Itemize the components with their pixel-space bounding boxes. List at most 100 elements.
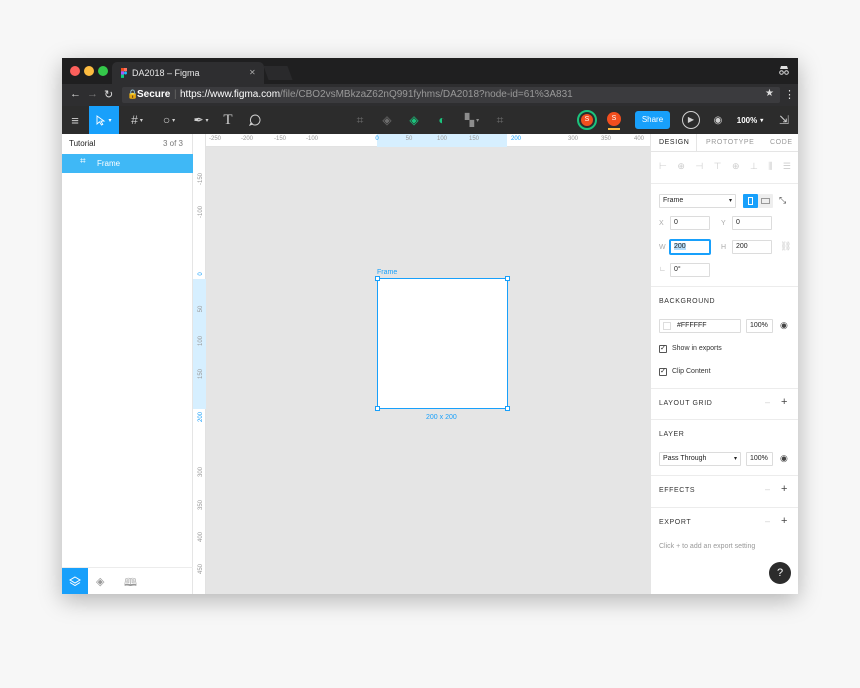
- resize-handle[interactable]: [375, 406, 380, 411]
- tab-title: DA2018 – Figma: [132, 68, 200, 78]
- pen-tool-button[interactable]: ✒ ▾: [188, 106, 214, 134]
- tab-code[interactable]: CODE: [770, 139, 793, 146]
- present-play-icon[interactable]: ▶: [682, 111, 700, 129]
- zoom-dropdown[interactable]: 100% ▾: [734, 106, 766, 134]
- avatar-indicator: [608, 128, 620, 130]
- ruler-tick: 400: [198, 532, 204, 543]
- forward-icon[interactable]: →: [87, 88, 98, 100]
- add-export-icon[interactable]: +: [781, 515, 787, 527]
- browser-window: DA2018 – Figma ✕ ← → ↻ 🔒 Secure | https:…: [62, 58, 798, 594]
- mask-icon[interactable]: ◐: [432, 106, 452, 134]
- page-count[interactable]: 3 of 3: [163, 139, 183, 148]
- x-input[interactable]: 0: [670, 216, 710, 230]
- landscape-button[interactable]: [758, 194, 773, 208]
- blend-mode-select[interactable]: Pass Through ▾: [659, 452, 741, 466]
- resize-to-fit-icon[interactable]: ⤡: [779, 195, 786, 206]
- frame-preset-select[interactable]: Frame ▾: [659, 194, 736, 208]
- align-right-icon[interactable]: ⊣: [695, 161, 703, 173]
- comment-tool-icon[interactable]: [244, 106, 266, 134]
- tab-close-icon[interactable]: ✕: [249, 68, 256, 77]
- rotation-input[interactable]: 0°: [670, 263, 710, 277]
- layers-tab[interactable]: [62, 568, 88, 594]
- minimize-window-button[interactable]: [84, 66, 94, 76]
- layer-opacity-input[interactable]: 100%: [746, 452, 773, 466]
- bg-color-input[interactable]: #FFFFFF: [659, 319, 741, 333]
- view-eye-icon[interactable]: ◉: [710, 106, 726, 134]
- browser-tab[interactable]: DA2018 – Figma ✕: [112, 62, 264, 84]
- inspector-panel: DESIGN PROTOTYPE CODE ⊢ ⊕ ⊣ ⊤ ⊕ ⊥ ⫼ ☰ Fr…: [650, 134, 798, 594]
- align-center-v-icon[interactable]: ⊕: [732, 161, 740, 173]
- background-section-title: BACKGROUND: [659, 298, 716, 305]
- frame[interactable]: [375, 276, 510, 411]
- help-button[interactable]: ?: [769, 562, 791, 584]
- align-bottom-icon[interactable]: ⊥: [750, 161, 758, 173]
- page-name[interactable]: Tutorial: [69, 139, 95, 148]
- maximize-window-button[interactable]: [98, 66, 108, 76]
- collapse-ui-icon[interactable]: ⇲: [774, 106, 794, 134]
- clip-content-checkbox[interactable]: ✓: [659, 368, 667, 376]
- w-input[interactable]: 200: [670, 240, 710, 254]
- move-tool-button[interactable]: ▾: [89, 106, 119, 134]
- ruler-tick: 450: [198, 564, 204, 575]
- tab-prototype[interactable]: PROTOTYPE: [706, 139, 754, 146]
- component-outline-icon[interactable]: ◈: [377, 106, 397, 134]
- align-center-h-icon[interactable]: ⊕: [677, 161, 685, 173]
- portrait-button[interactable]: [743, 194, 758, 208]
- panel-bottom-bar: ◈ 🕮: [62, 567, 193, 594]
- crop-icon[interactable]: ⌗: [490, 106, 510, 134]
- color-swatch[interactable]: [663, 322, 671, 330]
- distribute-h-icon[interactable]: ⫼: [768, 161, 772, 173]
- create-component-icon[interactable]: ◈: [404, 106, 424, 134]
- browser-menu-icon[interactable]: ⋮: [784, 88, 795, 101]
- alignment-toolbar: ⊢ ⊕ ⊣ ⊤ ⊕ ⊥ ⫼ ☰: [659, 161, 791, 173]
- ruler-tick: 400: [633, 136, 645, 142]
- bg-opacity-input[interactable]: 100%: [746, 319, 773, 333]
- avatar-active-ring[interactable]: S: [577, 110, 597, 130]
- remove-grid-icon[interactable]: –: [765, 397, 770, 407]
- align-left-icon[interactable]: ⊢: [659, 161, 667, 173]
- show-in-exports-checkbox[interactable]: ✓: [659, 345, 667, 353]
- new-tab-button[interactable]: [263, 66, 293, 80]
- visibility-eye-icon[interactable]: ◉: [780, 453, 788, 464]
- text-tool-button[interactable]: T: [218, 106, 238, 134]
- ruler-tick: -200: [240, 136, 254, 142]
- frame-selection-icon[interactable]: ⌗: [350, 106, 370, 134]
- ruler-tick: 100: [198, 336, 204, 347]
- library-book-icon[interactable]: 🕮: [124, 574, 137, 593]
- shape-tool-button[interactable]: ○ ▾: [156, 106, 182, 134]
- add-grid-icon[interactable]: +: [781, 396, 787, 408]
- distribute-v-icon[interactable]: ☰: [783, 161, 791, 173]
- resize-handle[interactable]: [505, 406, 510, 411]
- visibility-eye-icon[interactable]: ◉: [780, 320, 788, 331]
- close-window-button[interactable]: [70, 66, 80, 76]
- incognito-icon: [778, 64, 790, 79]
- layer-name: Frame: [97, 159, 121, 168]
- remove-export-icon[interactable]: –: [765, 516, 770, 526]
- align-top-icon[interactable]: ⊤: [714, 161, 722, 173]
- bookmark-star-icon[interactable]: ★: [765, 88, 774, 99]
- frame-tool-button[interactable]: # ▾: [124, 106, 150, 134]
- ruler-tick: 0: [198, 272, 204, 276]
- main-menu-icon[interactable]: ≡: [62, 106, 88, 134]
- resize-handle[interactable]: [375, 276, 380, 281]
- url-field[interactable]: 🔒 Secure | https://www.figma.com/file/CB…: [122, 87, 780, 103]
- layer-row-frame[interactable]: ⌗ Frame: [62, 154, 193, 173]
- ruler-tick: 150: [198, 369, 204, 380]
- constrain-proportions-icon[interactable]: ⛓: [780, 241, 791, 252]
- avatar[interactable]: S: [607, 112, 621, 126]
- vertical-ruler: -150 -100 0 50 100 150 200 300 350 400 4…: [193, 134, 206, 594]
- h-input[interactable]: 200: [732, 240, 772, 254]
- remove-effect-icon[interactable]: –: [765, 484, 770, 494]
- back-icon[interactable]: ←: [70, 88, 81, 100]
- y-input[interactable]: 0: [732, 216, 772, 230]
- frame-label[interactable]: Frame: [377, 269, 397, 276]
- effects-section-title: EFFECTS: [659, 487, 696, 494]
- add-effect-icon[interactable]: +: [781, 483, 787, 495]
- components-icon[interactable]: ◈: [96, 575, 104, 588]
- share-button[interactable]: Share: [635, 111, 670, 129]
- resize-handle[interactable]: [505, 276, 510, 281]
- tab-design[interactable]: DESIGN: [659, 139, 689, 146]
- canvas[interactable]: -250 -200 -150 -100 0 50 100 150 200 300…: [193, 134, 650, 594]
- reload-icon[interactable]: ↻: [104, 88, 113, 101]
- boolean-ops-icon[interactable]: ▚ ▾: [460, 106, 484, 134]
